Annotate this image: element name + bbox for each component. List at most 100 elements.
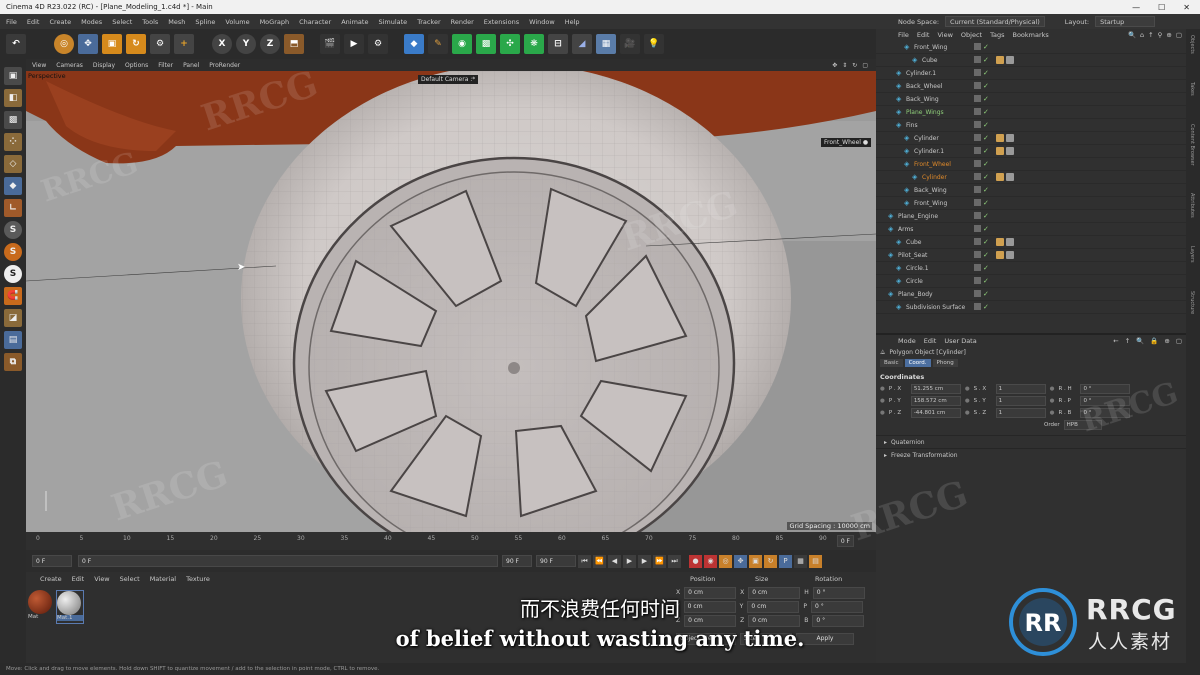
- visibility-toggles[interactable]: ✓: [974, 160, 989, 168]
- render-view-icon[interactable]: 🎬: [320, 34, 340, 54]
- animate-dot-icon[interactable]: ●: [880, 386, 885, 392]
- object-row[interactable]: ◈ Cylinder.1 ✓: [876, 67, 1186, 80]
- layer-icon[interactable]: [974, 147, 981, 154]
- layer-icon[interactable]: [974, 82, 981, 89]
- next-frame-icon[interactable]: ▶: [638, 554, 651, 568]
- viewport-menu-view[interactable]: View: [32, 62, 46, 69]
- key-position-icon[interactable]: ✥: [734, 554, 747, 568]
- polygons-mode-icon[interactable]: ◆: [4, 177, 22, 195]
- key-rotation-icon[interactable]: ↻: [764, 554, 777, 568]
- visibility-toggles[interactable]: ✓: [974, 251, 989, 259]
- object-menu-file[interactable]: File: [898, 31, 909, 39]
- viewport-menu-filter[interactable]: Filter: [158, 62, 173, 69]
- layer-icon[interactable]: [974, 303, 981, 310]
- object-row[interactable]: ◈ Cylinder ✓: [876, 171, 1186, 184]
- phong-tag-icon[interactable]: [996, 238, 1004, 246]
- object-name[interactable]: Cube: [906, 239, 922, 246]
- enable-check-icon[interactable]: ✓: [983, 121, 989, 129]
- attribute-menu-edit[interactable]: Edit: [924, 337, 937, 345]
- enable-check-icon[interactable]: ✓: [983, 199, 989, 207]
- menu-item-window[interactable]: Window: [529, 18, 555, 26]
- tab-basic[interactable]: Basic: [880, 359, 903, 367]
- subdivision-surface-icon[interactable]: ◉: [452, 34, 472, 54]
- new-window-icon[interactable]: ⊕: [1164, 337, 1169, 345]
- phong-tag-icon[interactable]: [996, 147, 1004, 155]
- material-menu-material[interactable]: Material: [150, 575, 176, 583]
- play-icon[interactable]: ▶: [623, 554, 636, 568]
- layer-icon[interactable]: [974, 238, 981, 245]
- attribute-menu-user-data[interactable]: User Data: [944, 337, 976, 345]
- menu-item-animate[interactable]: Animate: [341, 18, 368, 26]
- object-name[interactable]: Front_Wheel: [914, 161, 951, 168]
- enable-check-icon[interactable]: ✓: [983, 56, 989, 64]
- menu-item-character[interactable]: Character: [299, 18, 331, 26]
- object-name[interactable]: Fins: [906, 122, 918, 129]
- coordinate-value-field[interactable]: 51.255 cm: [910, 384, 961, 394]
- edges-mode-icon[interactable]: ◇: [4, 155, 22, 173]
- up-arrow-icon[interactable]: ↑: [1125, 337, 1130, 345]
- enable-check-icon[interactable]: ✓: [983, 290, 989, 298]
- layer-icon[interactable]: [974, 121, 981, 128]
- layer-icon[interactable]: [974, 251, 981, 258]
- object-name[interactable]: Pilot_Seat: [898, 252, 927, 259]
- layer-icon[interactable]: [974, 43, 981, 50]
- object-row[interactable]: ◈ Back_Wing ✓: [876, 93, 1186, 106]
- phong-tag-icon[interactable]: [996, 173, 1004, 181]
- visibility-toggles[interactable]: ✓: [974, 121, 989, 129]
- z-axis-lock-icon[interactable]: Z: [260, 34, 280, 54]
- material-menu-edit[interactable]: Edit: [72, 575, 85, 583]
- object-row[interactable]: ◈ Arms ✓: [876, 223, 1186, 236]
- menu-item-extensions[interactable]: Extensions: [484, 18, 519, 26]
- object-menu-object[interactable]: Object: [961, 31, 982, 39]
- material-menu-create[interactable]: Create: [40, 575, 62, 583]
- layer-icon[interactable]: [974, 225, 981, 232]
- menu-item-file[interactable]: File: [6, 18, 17, 26]
- phong-tag-icon[interactable]: [996, 251, 1004, 259]
- expand-icon[interactable]: ▢: [1176, 337, 1182, 345]
- solo-hierarchy-icon[interactable]: S: [4, 265, 22, 283]
- layout-view-icon[interactable]: ▢: [862, 62, 868, 69]
- solo-single-icon[interactable]: S: [4, 243, 22, 261]
- visibility-toggles[interactable]: ✓: [974, 277, 989, 285]
- layer-icon[interactable]: [974, 199, 981, 206]
- visibility-toggles[interactable]: ✓: [974, 82, 989, 90]
- visibility-toggles[interactable]: ✓: [974, 108, 989, 116]
- cube-object-icon[interactable]: ◆: [404, 34, 424, 54]
- auto-key-icon[interactable]: ◉: [704, 554, 717, 568]
- menu-item-modes[interactable]: Modes: [81, 18, 102, 26]
- animate-dot-icon[interactable]: ●: [1050, 398, 1055, 404]
- maximize-button[interactable]: ☐: [1158, 3, 1165, 12]
- animate-dot-icon[interactable]: ●: [1050, 410, 1055, 416]
- floor-plane-icon[interactable]: ▦: [596, 34, 616, 54]
- layer-icon[interactable]: [974, 56, 981, 63]
- coordinate-value-field[interactable]: 1: [995, 384, 1046, 394]
- end-frame-field[interactable]: 90 F: [536, 555, 576, 567]
- rotate-view-icon[interactable]: ↻: [852, 62, 857, 69]
- prev-key-icon[interactable]: ⏪: [593, 554, 606, 568]
- move-view-icon[interactable]: ✥: [832, 62, 837, 69]
- layer-icon[interactable]: [974, 277, 981, 284]
- enable-check-icon[interactable]: ✓: [983, 108, 989, 116]
- key-parameter-icon[interactable]: P: [779, 554, 792, 568]
- viewport-menu-options[interactable]: Options: [125, 62, 148, 69]
- layer-icon[interactable]: [974, 134, 981, 141]
- filter-icon[interactable]: ⚲: [1158, 31, 1163, 39]
- texture-mode-icon[interactable]: ▩: [4, 111, 22, 129]
- prev-frame-icon[interactable]: ◀: [608, 554, 621, 568]
- menu-item-render[interactable]: Render: [451, 18, 474, 26]
- new-view-icon[interactable]: ⊕: [1166, 31, 1171, 39]
- menu-item-edit[interactable]: Edit: [27, 18, 40, 26]
- close-button[interactable]: ✕: [1183, 3, 1190, 12]
- coordinate-value-field[interactable]: 158.572 cm: [910, 396, 961, 406]
- menu-item-create[interactable]: Create: [49, 18, 71, 26]
- live-selection-icon[interactable]: ◎: [54, 34, 74, 54]
- array-icon[interactable]: ▩: [476, 34, 496, 54]
- start-frame-field[interactable]: 0 F: [32, 555, 72, 567]
- attribute-menu-mode[interactable]: Mode: [898, 337, 916, 345]
- recent-tools-icon[interactable]: ⚙: [150, 34, 170, 54]
- light-icon[interactable]: 💡: [644, 34, 664, 54]
- coordinate-value-field[interactable]: 1: [995, 408, 1046, 418]
- object-row[interactable]: ◈ Cube ✓: [876, 54, 1186, 67]
- menu-item-spline[interactable]: Spline: [195, 18, 215, 26]
- object-row[interactable]: ◈ Subdivision Surface ✓: [876, 301, 1186, 314]
